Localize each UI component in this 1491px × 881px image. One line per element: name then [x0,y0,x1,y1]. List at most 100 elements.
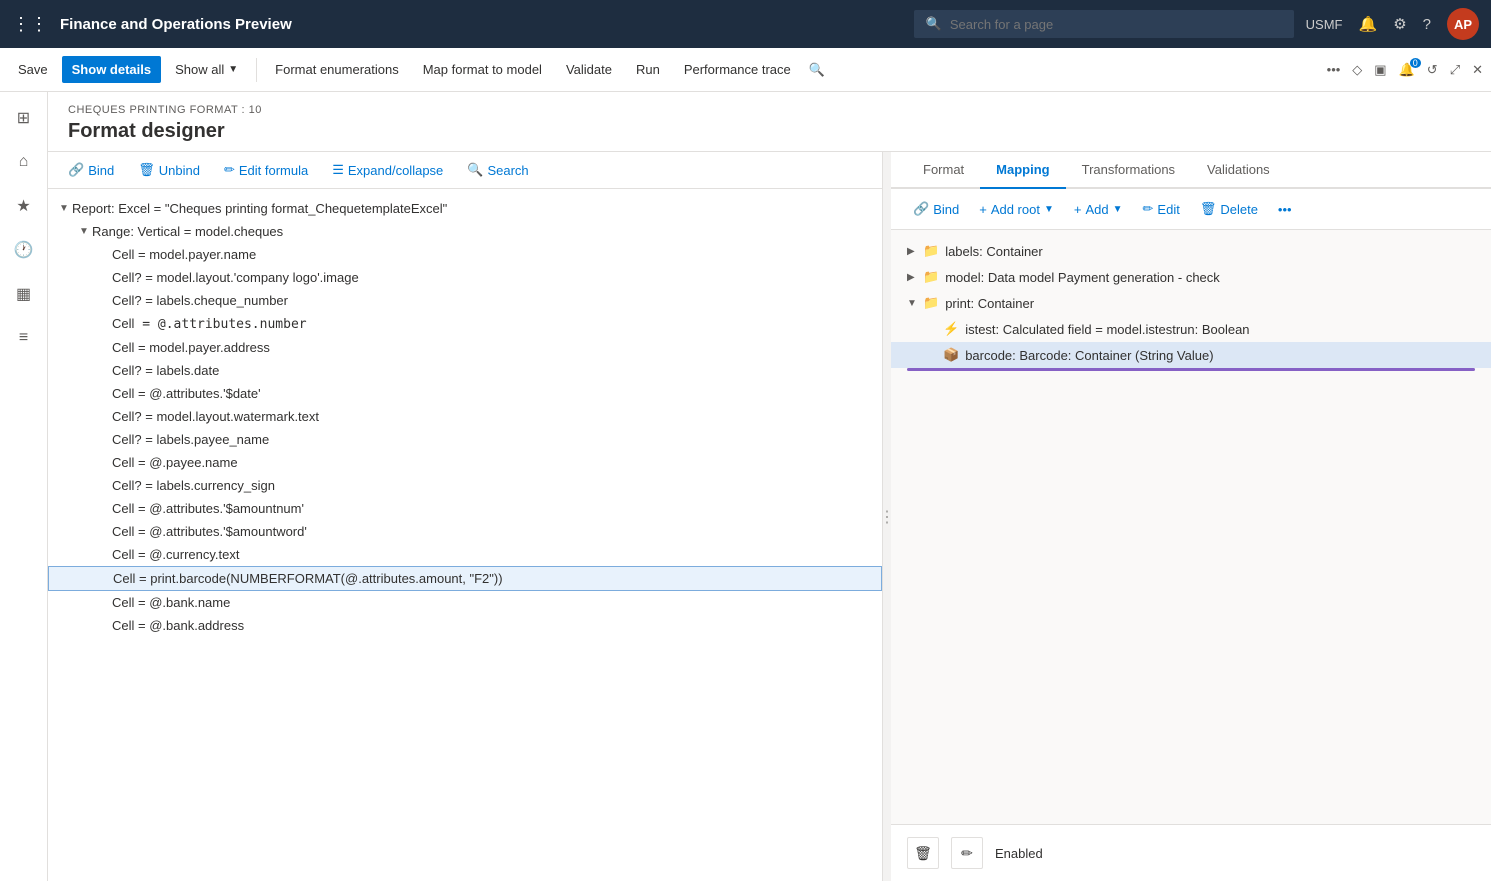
expand-icon[interactable]: ⤢ [1450,62,1460,78]
expand-collapse-button[interactable]: ☰ Expand/collapse [328,160,447,180]
mapping-item[interactable]: ▶ 📁 model: Data model Payment generation… [891,264,1491,290]
search-cmd-icon[interactable]: 🔍 [809,62,825,78]
pane-divider[interactable] [883,152,891,881]
mapping-item[interactable]: 📦 barcode: Barcode: Container (String Va… [891,342,1491,368]
search-input[interactable] [950,17,1282,32]
mapping-item-text: model: Data model Payment generation - c… [945,270,1220,285]
tree-item-text: Cell = @.attributes.'$amountnum' [112,501,874,516]
tree-item[interactable]: Cell = @.attributes.'$amountnum' [48,497,882,520]
tree-item[interactable]: Cell? = model.layout.'company logo'.imag… [48,266,882,289]
show-details-button[interactable]: Show details [62,56,161,83]
map-format-to-model-button[interactable]: Map format to model [413,56,552,83]
tree-item[interactable]: Cell = @.bank.address [48,614,882,637]
format-tree: ▼ Report: Excel = "Cheques printing form… [48,189,882,881]
notification-icon[interactable]: 🔔 [1359,15,1378,33]
close-icon[interactable]: ✕ [1472,62,1483,78]
status-badge: Enabled [995,846,1043,861]
tree-item-text: Cell = @.bank.address [112,618,874,633]
mapping-bind-button[interactable]: 🔗 Bind [907,197,965,221]
tab-transformations[interactable]: Transformations [1066,152,1191,189]
format-enumerations-button[interactable]: Format enumerations [265,56,409,83]
more-mapping-button[interactable]: ••• [1272,198,1298,221]
user-avatar[interactable]: AP [1447,8,1479,40]
tree-item-text: Cell? = labels.payee_name [112,432,874,447]
tree-item[interactable]: Cell = @.currency.text [48,543,882,566]
apps-icon[interactable]: ⋮⋮ [12,14,48,35]
tree-item-text: Cell = print.barcode(NUMBERFORMAT(@.attr… [113,571,873,586]
sidebar-icon-recent[interactable]: 🕐 [6,232,42,268]
help-icon[interactable]: ? [1423,16,1431,33]
refresh-icon[interactable]: ↺ [1427,62,1438,78]
tree-item[interactable]: Cell = model.payer.name [48,243,882,266]
edit-button[interactable]: ✏ Edit [1137,197,1186,221]
tree-item-text: Range: Vertical = model.cheques [92,224,874,239]
mapping-item-text: labels: Container [945,244,1043,259]
link-icon: 🔗 [913,201,929,217]
mapping-item-icon: 📦 [943,347,959,363]
bind-button[interactable]: 🔗 Bind [64,160,118,180]
tree-item[interactable]: Cell = print.barcode(NUMBERFORMAT(@.attr… [48,566,882,591]
tab-format[interactable]: Format [907,152,980,189]
tree-toggle-icon[interactable]: ▼ [56,203,72,214]
chevron-icon: ▼ [1044,204,1054,215]
footer-edit-button[interactable]: ✏ [951,837,983,869]
global-search[interactable]: 🔍 [914,10,1294,38]
sidebar-icon-modules[interactable]: ≡ [6,320,42,356]
tree-item[interactable]: Cell? = labels.currency_sign [48,474,882,497]
settings-icon[interactable]: ⚙ [1393,15,1406,33]
unlink-icon: 🗑 [138,162,155,178]
footer-delete-button[interactable]: 🗑 [907,837,939,869]
tab-mapping[interactable]: Mapping [980,152,1065,189]
run-button[interactable]: Run [626,56,670,83]
unbind-button[interactable]: 🗑 Unbind [134,160,204,180]
sidebar-icon-home[interactable]: ⌂ [6,144,42,180]
search-tree-button[interactable]: 🔍 Search [463,160,532,180]
selection-underline [907,368,1475,371]
mapping-item[interactable]: ⚡ istest: Calculated field = model.istes… [891,316,1491,342]
validate-button[interactable]: Validate [556,56,622,83]
sidebar-icon-workspaces[interactable]: ▦ [6,276,42,312]
badge-icon: 🔔0 [1399,62,1415,78]
mapping-item[interactable]: ▶ 📁 labels: Container [891,238,1491,264]
mapping-toggle-icon[interactable]: ▶ [907,272,923,283]
tree-item[interactable]: Cell = model.payer.address [48,336,882,359]
mapping-item[interactable]: ▼ 📁 print: Container [891,290,1491,316]
tree-item[interactable]: Cell = @.attributes.number [48,312,882,336]
tree-item[interactable]: Cell = @.bank.name [48,591,882,614]
page-title: Format designer [68,120,1471,143]
tree-toggle-icon[interactable]: ▼ [76,226,92,237]
add-button[interactable]: + Add ▼ [1068,198,1129,221]
search-icon: 🔍 [467,162,483,178]
sidebar-icon-favorites[interactable]: ★ [6,188,42,224]
tree-item[interactable]: Cell? = labels.cheque_number [48,289,882,312]
tab-bar: FormatMappingTransformationsValidations [891,152,1491,189]
show-all-label: Show all [175,62,224,77]
tree-item[interactable]: Cell = @.attributes.'$amountword' [48,520,882,543]
mapping-item-icon: 📁 [923,243,939,259]
mapping-toggle-icon[interactable]: ▼ [907,298,923,309]
tree-item[interactable]: Cell = @.attributes.'$date' [48,382,882,405]
mapping-toggle-icon[interactable]: ▶ [907,246,923,257]
tab-validations[interactable]: Validations [1191,152,1286,189]
delete-button[interactable]: 🗑 Delete [1194,197,1264,221]
mapping-item-text: print: Container [945,296,1034,311]
save-button[interactable]: Save [8,56,58,83]
tree-item[interactable]: Cell? = labels.date [48,359,882,382]
tree-item[interactable]: ▼ Report: Excel = "Cheques printing form… [48,197,882,220]
tree-item[interactable]: ▼ Range: Vertical = model.cheques [48,220,882,243]
tree-item-text: Cell = model.payer.address [112,340,874,355]
performance-trace-button[interactable]: Performance trace [674,56,801,83]
tree-item[interactable]: Cell = @.payee.name [48,451,882,474]
mapping-toolbar: 🔗 Bind + Add root ▼ + Add ▼ ✏ [891,189,1491,230]
plus-icon: + [1074,202,1082,217]
more-options-icon[interactable]: ••• [1327,62,1341,77]
tree-item[interactable]: Cell? = labels.payee_name [48,428,882,451]
tree-item[interactable]: Cell? = model.layout.watermark.text [48,405,882,428]
trash-icon: 🗑 [1200,201,1217,217]
layout-icon[interactable]: ▣ [1374,62,1386,78]
diamond-icon[interactable]: ◇ [1352,62,1362,78]
show-all-button[interactable]: Show all ▼ [165,56,248,83]
sidebar-icon-filter[interactable]: ⊞ [6,100,42,136]
add-root-button[interactable]: + Add root ▼ [973,198,1060,221]
edit-formula-button[interactable]: ✏ Edit formula [220,160,312,180]
